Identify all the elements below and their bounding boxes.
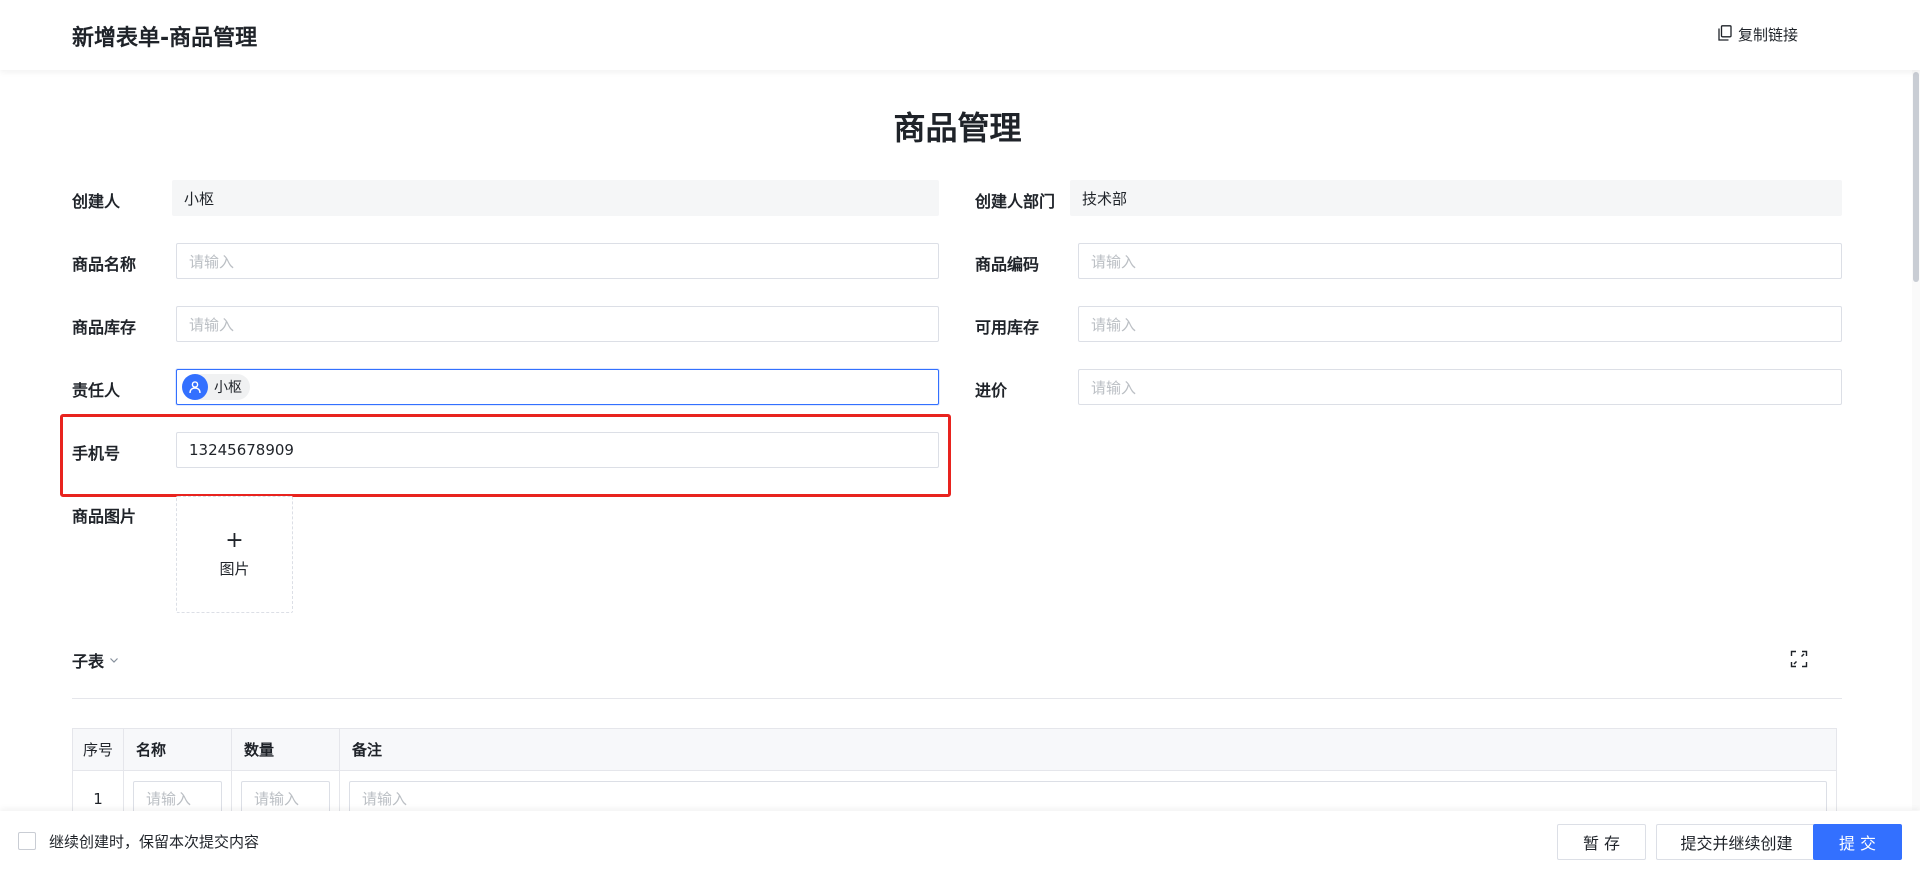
product-name-label: 商品名称 xyxy=(72,255,137,274)
keep-content-label: 继续创建时，保留本次提交内容 xyxy=(49,833,260,851)
keep-content-checkbox[interactable] xyxy=(18,832,36,850)
product-code-input[interactable]: 请输入 xyxy=(1078,243,1842,279)
section-divider xyxy=(72,698,1842,699)
image-upload-label: 图片 xyxy=(219,560,250,578)
user-icon xyxy=(182,374,208,400)
table-header: 序号 名称 数量 备注 xyxy=(73,729,1836,771)
available-stock-input[interactable]: 请输入 xyxy=(1078,306,1842,342)
subtable-title: 子表 xyxy=(72,652,105,671)
copy-link-button[interactable]: 复制链接 xyxy=(1718,24,1798,45)
submit-continue-button[interactable]: 提交并继续创建 xyxy=(1656,824,1817,860)
row-note-placeholder: 请输入 xyxy=(362,790,408,808)
product-stock-placeholder: 请输入 xyxy=(189,315,235,334)
save-draft-button[interactable]: 暂 存 xyxy=(1557,824,1646,860)
product-stock-label: 商品库存 xyxy=(72,318,137,337)
form-title: 商品管理 xyxy=(893,109,1022,147)
product-stock-input[interactable]: 请输入 xyxy=(176,306,939,342)
available-stock-label: 可用库存 xyxy=(975,318,1040,337)
column-header-name: 名称 xyxy=(124,729,232,770)
owner-chip[interactable]: 小枢 xyxy=(182,374,250,400)
creator-dept-value: 技术部 xyxy=(1082,189,1128,208)
creator-value: 小枢 xyxy=(184,189,215,208)
column-header-note: 备注 xyxy=(352,741,383,759)
row-qty-placeholder: 请输入 xyxy=(254,790,300,808)
product-name-placeholder: 请输入 xyxy=(189,252,235,271)
copy-icon xyxy=(1718,24,1732,45)
expand-icon[interactable] xyxy=(1790,650,1808,668)
top-bar: 新增表单-商品管理 复制链接 xyxy=(0,0,1920,70)
column-header-qty: 数量 xyxy=(232,729,340,770)
chevron-down-icon xyxy=(108,651,120,670)
column-header-seq: 序号 xyxy=(73,729,124,770)
plus-icon: + xyxy=(225,528,244,553)
purchase-price-placeholder: 请输入 xyxy=(1091,378,1137,397)
row-name-placeholder: 请输入 xyxy=(146,790,192,808)
available-stock-placeholder: 请输入 xyxy=(1091,315,1137,334)
owner-label: 责任人 xyxy=(72,381,121,400)
creator-dept-label: 创建人部门 xyxy=(975,192,1056,211)
submit-button[interactable]: 提 交 xyxy=(1813,824,1902,860)
highlight-annotation xyxy=(60,414,951,497)
creator-label: 创建人 xyxy=(72,192,121,211)
product-code-label: 商品编码 xyxy=(975,255,1040,274)
purchase-price-label: 进价 xyxy=(975,381,1008,400)
copy-link-label: 复制链接 xyxy=(1738,26,1799,44)
creator-field: 小枢 xyxy=(172,180,939,216)
product-code-placeholder: 请输入 xyxy=(1091,252,1137,271)
footer-bar: 继续创建时，保留本次提交内容 暂 存 提交并继续创建 提 交 xyxy=(0,811,1920,870)
product-image-label: 商品图片 xyxy=(72,507,137,526)
purchase-price-input[interactable]: 请输入 xyxy=(1078,369,1842,405)
owner-chip-name: 小枢 xyxy=(214,380,242,396)
subtable-toggle[interactable]: 子表 xyxy=(72,648,120,672)
creator-dept-field: 技术部 xyxy=(1070,180,1842,216)
image-upload-button[interactable]: + 图片 xyxy=(176,496,293,613)
owner-picker[interactable]: 小枢 xyxy=(176,369,939,405)
product-name-input[interactable]: 请输入 xyxy=(176,243,939,279)
page-title: 新增表单-商品管理 xyxy=(72,26,258,51)
